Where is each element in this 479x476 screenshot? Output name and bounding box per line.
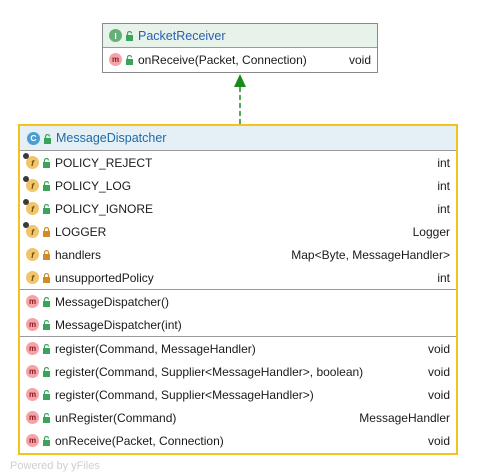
private-visibility-icon [42, 249, 51, 260]
public-visibility-icon [42, 389, 51, 400]
member-return-type: void [427, 433, 450, 448]
interface-icon: I [109, 29, 122, 42]
method-icon: m [26, 365, 39, 378]
public-visibility-icon [125, 30, 134, 41]
class-message-dispatcher[interactable]: C MessageDispatcher f POLICY_REJECT int f PO… [18, 124, 458, 455]
member-name: MessageDispatcher() [55, 294, 170, 309]
method-row[interactable]: m register(Command, Supplier<MessageHandl… [20, 360, 456, 383]
field-icon: f [23, 176, 39, 192]
field-icon: f [26, 271, 39, 284]
member-name: register(Command, Supplier<MessageHandle… [55, 364, 364, 379]
field-name: LOGGER [55, 224, 107, 239]
field-name: unsupportedPolicy [55, 270, 154, 285]
field-row[interactable]: f POLICY_IGNORE int [20, 197, 456, 220]
method-icon: m [26, 342, 39, 355]
method-row[interactable]: m unRegister(Command) MessageHandler [20, 406, 456, 429]
method-icon: m [26, 295, 39, 308]
member-return-type: void [427, 364, 450, 379]
public-visibility-icon [42, 343, 51, 354]
static-marker-icon [23, 176, 29, 182]
field-icon: f [23, 222, 39, 238]
method-icon: m [26, 411, 39, 424]
public-visibility-icon [125, 54, 134, 65]
public-visibility-icon [42, 319, 51, 330]
field-name: POLICY_LOG [55, 178, 132, 193]
method-icon: m [109, 53, 122, 66]
methods-section: m register(Command, MessageHandler) void m r… [20, 337, 456, 452]
field-row[interactable]: f POLICY_REJECT int [20, 151, 456, 174]
public-visibility-icon [42, 157, 51, 168]
public-visibility-icon [42, 203, 51, 214]
field-type: Map<Byte, MessageHandler> [291, 247, 450, 262]
private-visibility-icon [42, 272, 51, 283]
field-name: POLICY_REJECT [55, 155, 153, 170]
public-visibility-icon [43, 133, 52, 144]
member-return-type: MessageHandler [359, 410, 450, 425]
watermark: Powered by yFiles [10, 460, 100, 472]
public-visibility-icon [42, 366, 51, 377]
static-marker-icon [23, 199, 29, 205]
method-icon: m [26, 318, 39, 331]
field-row[interactable]: f unsupportedPolicy int [20, 266, 456, 289]
field-row[interactable]: f POLICY_LOG int [20, 174, 456, 197]
class-header: C MessageDispatcher [20, 126, 456, 150]
method-return-type: void [348, 52, 371, 67]
method-row[interactable]: m register(Command, MessageHandler) void [20, 337, 456, 360]
member-name: onReceive(Packet, Connection) [55, 433, 224, 448]
method-row[interactable]: m onReceive(Packet, Connection) void [20, 429, 456, 452]
public-visibility-icon [42, 435, 51, 446]
field-icon: f [23, 153, 39, 169]
static-marker-icon [23, 222, 29, 228]
field-type: int [437, 178, 450, 193]
private-visibility-icon [42, 226, 51, 237]
method-row[interactable]: m register(Command, Supplier<MessageHandl… [20, 383, 456, 406]
field-type: int [437, 270, 450, 285]
interface-method-row[interactable]: m onReceive(Packet, Connection) void [103, 48, 377, 71]
class-name: MessageDispatcher [56, 131, 167, 145]
method-name: onReceive(Packet, Connection) [138, 52, 307, 67]
implements-arrowhead [234, 74, 246, 87]
field-name: POLICY_IGNORE [55, 201, 154, 216]
field-type: int [437, 201, 450, 216]
member-name: register(Command, Supplier<MessageHandle… [55, 387, 314, 402]
interface-name: PacketReceiver [138, 28, 226, 43]
field-icon: f [23, 199, 39, 215]
public-visibility-icon [42, 180, 51, 191]
member-return-type: void [427, 341, 450, 356]
field-row[interactable]: f LOGGER Logger [20, 220, 456, 243]
field-row[interactable]: f handlers Map<Byte, MessageHandler> [20, 243, 456, 266]
field-type: int [437, 155, 450, 170]
field-name: handlers [55, 247, 102, 262]
class-icon: C [27, 131, 40, 145]
member-name: unRegister(Command) [55, 410, 177, 425]
field-icon: f [26, 248, 39, 261]
method-icon: m [26, 434, 39, 447]
constructor-row[interactable]: m MessageDispatcher(int) [20, 313, 456, 336]
public-visibility-icon [42, 412, 51, 423]
constructor-row[interactable]: m MessageDispatcher() [20, 290, 456, 313]
member-return-type: void [427, 387, 450, 402]
constructors-section: m MessageDispatcher() m MessageDispatcher(i… [20, 290, 456, 336]
static-marker-icon [23, 153, 29, 159]
interface-header: I PacketReceiver [103, 24, 377, 47]
public-visibility-icon [42, 296, 51, 307]
member-name: MessageDispatcher(int) [55, 317, 182, 332]
interface-packet-receiver[interactable]: I PacketReceiver m onReceive(Packet, Con… [102, 23, 378, 73]
member-name: register(Command, MessageHandler) [55, 341, 256, 356]
fields-section: f POLICY_REJECT int f POLICY_LOG int f POLICY_I… [20, 151, 456, 289]
method-icon: m [26, 388, 39, 401]
field-type: Logger [412, 224, 450, 239]
